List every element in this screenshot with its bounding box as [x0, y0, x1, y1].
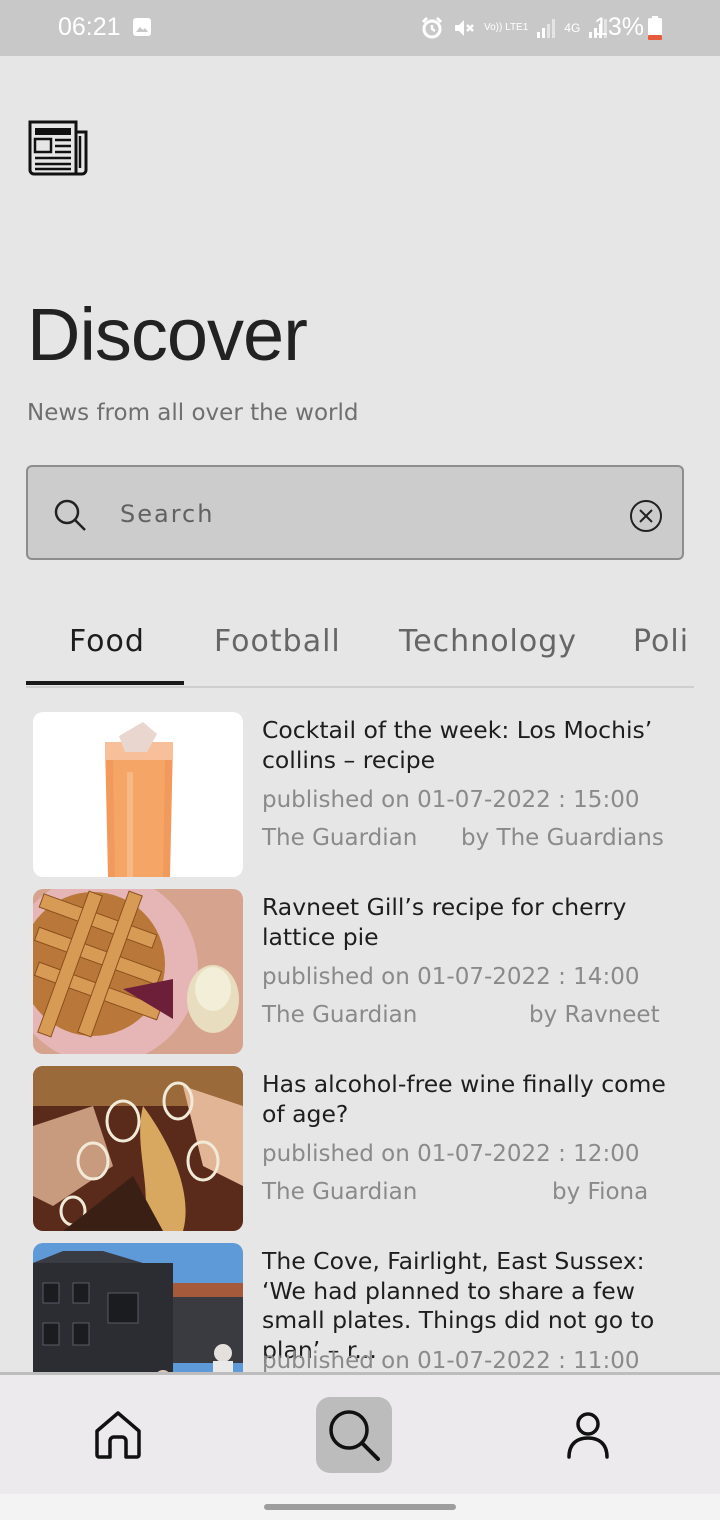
cherry-pie-image — [33, 889, 243, 1054]
cocktail-image — [33, 712, 243, 877]
signal-icon — [537, 19, 556, 38]
tab-politics[interactable]: Poli — [633, 624, 689, 659]
article-source: The Guardian — [262, 1179, 418, 1205]
article-date: published on 01-07-2022 : 15:00 — [262, 787, 640, 813]
article-source: The Guardian — [262, 825, 418, 851]
status-icons: Vo)) LTE1 4G — [420, 14, 608, 42]
search-icon — [54, 499, 86, 531]
news-item[interactable]: Ravneet Gill’s recipe for cherry lattice… — [33, 877, 693, 1054]
article-author: by Fiona — [552, 1179, 649, 1205]
gesture-handle[interactable] — [264, 1504, 456, 1510]
search-icon — [329, 1410, 380, 1461]
nav-profile[interactable] — [550, 1397, 626, 1473]
gesture-area — [0, 1494, 720, 1520]
active-tab-indicator — [26, 681, 184, 685]
page-title: Discover — [27, 293, 308, 376]
newspaper-icon — [28, 120, 88, 176]
tab-football[interactable]: Football — [214, 624, 341, 659]
search-bar[interactable] — [26, 465, 684, 560]
article-title[interactable]: Ravneet Gill’s recipe for cherry lattice… — [262, 893, 692, 952]
battery-percent: 13% — [594, 13, 645, 41]
article-author: by The Guardians — [461, 825, 664, 851]
article-source: The Guardian — [262, 1002, 418, 1028]
profile-icon — [567, 1412, 609, 1459]
article-title[interactable]: Has alcohol-free wine finally come of ag… — [262, 1070, 692, 1129]
tab-technology[interactable]: Technology — [399, 624, 577, 659]
category-tabs: Food Football Technology Poli — [26, 612, 694, 688]
alarm-icon — [421, 16, 443, 39]
mute-icon — [455, 20, 474, 36]
article-date: published on 01-07-2022 : 14:00 — [262, 964, 640, 990]
article-date: published on 01-07-2022 : 12:00 — [262, 1141, 640, 1167]
home-icon — [95, 1411, 141, 1459]
article-date: published on 01-07-2022 : 11:00 — [262, 1348, 640, 1372]
news-list[interactable]: Cocktail of the week: Los Mochis’ collin… — [0, 700, 720, 1372]
clear-search-icon[interactable] — [628, 498, 664, 534]
4g-icon: 4G — [564, 21, 581, 35]
volte-icon: Vo)) LTE1 — [484, 22, 529, 33]
news-item[interactable]: The Cove, Fairlight, East Sussex: ‘We ha… — [33, 1231, 693, 1372]
news-item[interactable]: Cocktail of the week: Los Mochis’ collin… — [33, 700, 693, 877]
wine-glasses-image — [33, 1066, 243, 1231]
article-author: by Ravneet — [529, 1002, 660, 1028]
gallery-icon — [133, 18, 151, 36]
page-subtitle: News from all over the world — [27, 400, 359, 426]
search-input[interactable] — [118, 493, 592, 535]
status-time: 06:21 — [58, 13, 121, 41]
nav-search[interactable] — [316, 1397, 392, 1473]
status-bar: 06:21 Vo)) LTE1 4G 13% — [0, 0, 720, 56]
nav-home[interactable] — [80, 1397, 156, 1473]
news-item[interactable]: Has alcohol-free wine finally come of ag… — [33, 1054, 693, 1231]
article-title[interactable]: Cocktail of the week: Los Mochis’ collin… — [262, 716, 692, 775]
tab-food[interactable]: Food — [69, 624, 145, 659]
restaurant-image — [33, 1243, 243, 1372]
battery-icon — [648, 16, 662, 40]
bottom-navigation — [0, 1372, 720, 1494]
